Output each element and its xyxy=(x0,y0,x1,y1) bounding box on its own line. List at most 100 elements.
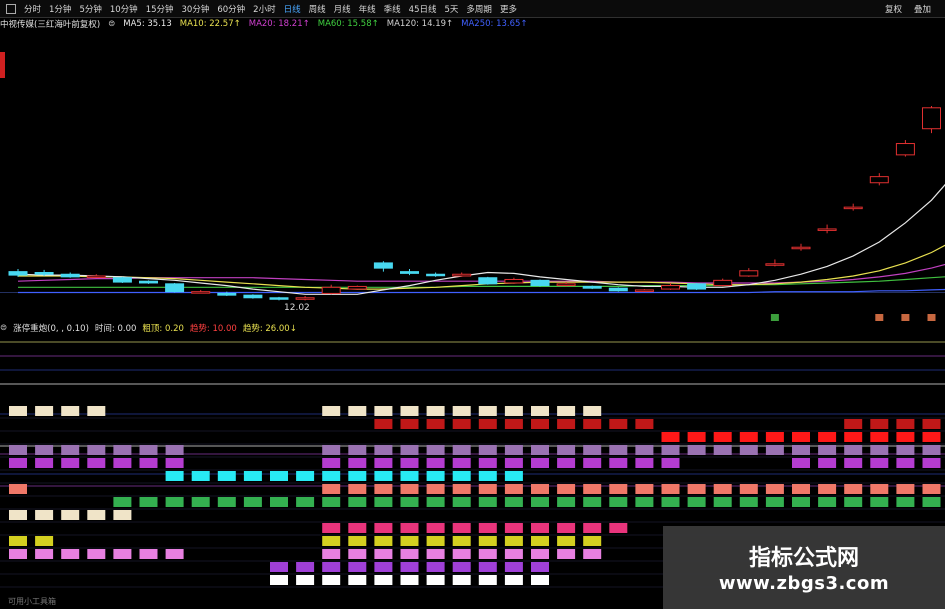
indicator-cell xyxy=(348,575,367,585)
indicator-name: 涨停重炮(0, , 0.10) xyxy=(13,323,89,334)
window-icon[interactable] xyxy=(6,3,16,14)
tab-12[interactable]: 季线 xyxy=(380,3,405,15)
indicator-cell xyxy=(504,419,523,429)
ma-info-bar: 中视传媒(三红海叶前复权) ⊜ MA5: 35.13 MA10: 22.57↑ MA… xyxy=(0,17,945,31)
indicator-cell xyxy=(583,406,602,416)
indicator-cell xyxy=(687,484,706,494)
indicator-cell xyxy=(348,458,367,468)
toolbar-right: 复权 叠加 xyxy=(879,0,937,17)
tab-7[interactable]: 2小时 xyxy=(249,3,279,15)
indicator-cell xyxy=(35,510,54,520)
tab-14[interactable]: 5天 xyxy=(441,3,463,15)
indicator-cell xyxy=(713,445,732,455)
candle-body xyxy=(426,273,446,277)
indicator-cell xyxy=(374,471,393,481)
indicator-cell xyxy=(426,419,445,429)
candle-body xyxy=(608,287,628,292)
ma-value-4: MA120: 14.19↑ xyxy=(386,19,454,29)
indicator-cell xyxy=(844,458,863,468)
indicator-cell xyxy=(426,497,445,507)
candle-body xyxy=(34,272,54,275)
indicator-cell xyxy=(870,432,889,442)
signal-marker xyxy=(770,314,779,321)
indicator-cell xyxy=(322,458,341,468)
indicator-cell xyxy=(61,458,80,468)
indicator-cell xyxy=(426,484,445,494)
candle-body xyxy=(243,294,263,299)
indicator-cell xyxy=(661,484,680,494)
signal-marker xyxy=(927,314,936,321)
indicator-cell xyxy=(270,471,288,481)
tab-9[interactable]: 周线 xyxy=(305,3,330,15)
indicator-cell xyxy=(896,497,915,507)
indicator-cell xyxy=(583,445,602,455)
indicator-cell xyxy=(374,484,393,494)
tab-6[interactable]: 60分钟 xyxy=(213,3,249,15)
candle-body xyxy=(139,280,158,284)
toolbar-right-1[interactable]: 叠加 xyxy=(908,3,937,15)
indicator-cell xyxy=(792,458,810,468)
indicator-cell xyxy=(504,484,523,494)
indicator-cell xyxy=(113,445,132,455)
price-chart[interactable] xyxy=(0,31,945,321)
indicator-cell xyxy=(426,445,445,455)
indicator-cell xyxy=(400,549,419,559)
low-price-label: 12.02 xyxy=(284,303,310,313)
tools-label: 可用小工具箱 xyxy=(8,597,56,606)
indicator-cell xyxy=(452,536,471,546)
indicator-cell xyxy=(452,575,471,585)
indicator-cell xyxy=(557,523,576,533)
indicator-cell xyxy=(896,432,915,442)
indicator-cell xyxy=(35,445,54,455)
tab-13[interactable]: 45日线 xyxy=(405,3,441,15)
indicator-cell xyxy=(844,419,863,429)
indicator-cell xyxy=(687,497,706,507)
indicator-cell xyxy=(452,458,471,468)
indicator-settings-icon[interactable]: ⊜ xyxy=(0,323,7,333)
candle-body xyxy=(112,277,132,283)
indicator-cell xyxy=(9,445,27,455)
tab-15[interactable]: 多周期 xyxy=(462,3,496,15)
tab-1[interactable]: 1分钟 xyxy=(45,3,75,15)
tab-2[interactable]: 5分钟 xyxy=(75,3,105,15)
indicator-cell xyxy=(635,419,654,429)
indicator-value-0: 时间: 0.00 xyxy=(94,323,137,334)
candle-body xyxy=(843,206,863,210)
indicator-cell xyxy=(792,432,810,442)
indicator-cell xyxy=(9,549,27,559)
indicator-cell xyxy=(348,484,367,494)
indicator-cell xyxy=(896,484,915,494)
watermark: 指标公式网 www.zbgs3.com xyxy=(663,526,945,609)
indicator-cell xyxy=(296,497,315,507)
indicator-cell xyxy=(9,536,27,546)
tab-8[interactable]: 日线 xyxy=(280,3,305,15)
tab-3[interactable]: 10分钟 xyxy=(106,3,142,15)
ma-settings-icon[interactable]: ⊜ xyxy=(108,19,115,29)
indicator-cell xyxy=(531,562,549,572)
tab-0[interactable]: 分时 xyxy=(20,3,45,15)
indicator-cell xyxy=(374,497,393,507)
tab-11[interactable]: 年线 xyxy=(355,3,380,15)
indicator-cell xyxy=(583,484,602,494)
indicator-cell xyxy=(583,549,602,559)
ma-value-3: MA60: 15.58↑ xyxy=(317,19,379,29)
indicator-cell xyxy=(478,575,497,585)
indicator-cell xyxy=(478,523,497,533)
candle-body xyxy=(8,271,28,276)
indicator-cell xyxy=(348,445,367,455)
period-tabs: 分时 1分钟 5分钟 10分钟 15分钟 30分钟 60分钟 2小时 日线 周线 月线 年线 季线 45日… xyxy=(0,0,521,17)
indicator-cell xyxy=(609,484,628,494)
indicator-cell xyxy=(426,575,445,585)
tab-10[interactable]: 月线 xyxy=(330,3,355,15)
tab-5[interactable]: 30分钟 xyxy=(178,3,214,15)
indicator-cell xyxy=(61,445,80,455)
toolbar-right-0[interactable]: 复权 xyxy=(879,3,908,15)
candle-body xyxy=(165,283,185,293)
tab-16[interactable]: 更多 xyxy=(496,3,521,15)
indicator-cell xyxy=(322,575,341,585)
indicator-cell xyxy=(504,471,523,481)
indicator-cell xyxy=(270,562,288,572)
tab-4[interactable]: 15分钟 xyxy=(142,3,178,15)
indicator-value-1: 粗顶: 0.20 xyxy=(142,323,184,334)
candle-body xyxy=(295,297,315,300)
